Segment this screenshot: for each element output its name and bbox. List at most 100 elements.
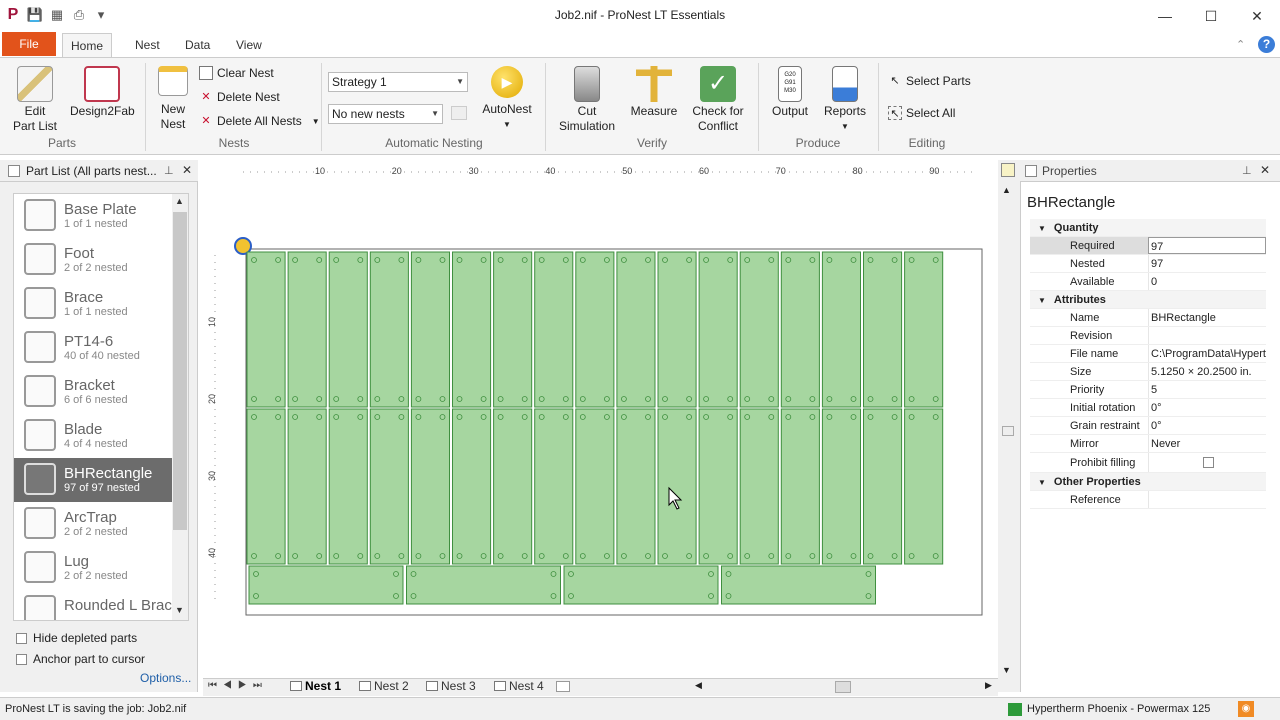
prop-value[interactable]: 97 xyxy=(1148,237,1266,254)
hscroll-thumb[interactable] xyxy=(835,681,851,693)
tab-data[interactable]: Data xyxy=(177,36,218,54)
prop-value[interactable]: Never xyxy=(1148,435,1266,452)
part-list-item[interactable]: BHRectangle 97 of 97 nested xyxy=(14,458,188,502)
collapse-icon[interactable]: ▼ xyxy=(1038,296,1046,305)
tab-home[interactable]: Home xyxy=(62,33,113,58)
scroll-up-icon[interactable]: ▲ xyxy=(175,196,184,206)
pin-icon[interactable]: ⊥ xyxy=(1242,164,1252,177)
collapse-icon[interactable]: ▼ xyxy=(1038,224,1046,233)
part-list-item[interactable]: Rounded L Brac xyxy=(14,590,188,620)
part-list-scrollbar-thumb[interactable] xyxy=(173,212,187,530)
prop-value[interactable]: C:\ProgramData\Hypert xyxy=(1148,345,1266,362)
prop-reference[interactable]: Reference xyxy=(1030,491,1266,509)
hide-depleted-checkbox[interactable]: Hide depleted parts xyxy=(16,631,137,645)
select-all-button[interactable]: ↖ Select All xyxy=(888,106,955,120)
prop-value[interactable]: 0° xyxy=(1148,417,1266,434)
scroll-down-icon[interactable]: ▼ xyxy=(175,605,184,615)
scroll-left-icon[interactable]: ◀ xyxy=(695,680,702,691)
prop-value[interactable]: 0 xyxy=(1148,273,1266,290)
nest-drawing[interactable]: 10 20 30 40 50 60 70 80 90 10 20 30 40 xyxy=(203,160,998,678)
collapse-icon[interactable]: ▼ xyxy=(1038,478,1046,487)
nest-options-icon[interactable] xyxy=(451,106,467,120)
category-quantity[interactable]: ▼ Quantity xyxy=(1030,219,1266,237)
part-thumbnail-icon xyxy=(24,199,56,231)
help-icon[interactable]: ? xyxy=(1258,36,1275,53)
add-nest-icon[interactable] xyxy=(556,681,570,692)
prop-filename[interactable]: File name C:\ProgramData\Hypert xyxy=(1030,345,1266,363)
clear-nest-button[interactable]: Clear Nest xyxy=(199,66,274,80)
part-list-item[interactable]: Base Plate 1 of 1 nested xyxy=(14,194,188,238)
part-list-item[interactable]: PT14-6 40 of 40 nested xyxy=(14,326,188,370)
scroll-down-icon[interactable]: ▼ xyxy=(1002,665,1011,675)
close-icon[interactable]: ✕ xyxy=(1260,163,1270,177)
tab-nest-4[interactable]: Nest 4 xyxy=(494,679,544,693)
prop-nested[interactable]: Nested 97 xyxy=(1030,255,1266,273)
prop-available[interactable]: Available 0 xyxy=(1030,273,1266,291)
scroll-up-icon[interactable]: ▲ xyxy=(1002,185,1011,195)
prop-value[interactable]: 97 xyxy=(1148,255,1266,272)
new-nests-select[interactable]: No new nests ▼ xyxy=(328,104,443,124)
prop-mirror[interactable]: Mirror Never xyxy=(1030,435,1266,453)
new-nest-button[interactable]: New Nest xyxy=(155,66,191,132)
delete-all-nests-button[interactable]: ✕ Delete All Nests ▼ xyxy=(199,114,319,128)
reports-button[interactable]: Reports ▼ xyxy=(820,66,870,134)
prop-value[interactable] xyxy=(1148,491,1266,508)
tab-view[interactable]: View xyxy=(228,36,270,54)
pin-icon[interactable]: ⊥ xyxy=(164,164,174,177)
part-list-item[interactable]: Brace 1 of 1 nested xyxy=(14,282,188,326)
tab-nest-1[interactable]: Nest 1 xyxy=(290,679,341,693)
tab-nest[interactable]: Nest xyxy=(127,36,168,54)
strategy-select[interactable]: Strategy 1 ▼ xyxy=(328,72,468,92)
prop-initial-rotation[interactable]: Initial rotation 0° xyxy=(1030,399,1266,417)
maximize-icon[interactable]: ☐ xyxy=(1188,0,1234,32)
prop-revision[interactable]: Revision xyxy=(1030,327,1266,345)
prop-required[interactable]: Required 97 xyxy=(1030,237,1266,255)
measure-button[interactable]: Measure xyxy=(628,66,680,119)
part-list-item[interactable]: Bracket 6 of 6 nested xyxy=(14,370,188,414)
prop-grain-restraint[interactable]: Grain restraint 0° xyxy=(1030,417,1266,435)
anchor-part-checkbox[interactable]: Anchor part to cursor xyxy=(16,652,145,666)
close-icon[interactable]: ✕ xyxy=(1234,0,1280,32)
scroll-right-icon[interactable]: ▶ xyxy=(985,680,992,691)
edit-part-list-icon xyxy=(17,66,53,102)
prop-value[interactable]: 0° xyxy=(1148,399,1266,416)
delete-nest-button[interactable]: ✕ Delete Nest xyxy=(199,90,279,104)
properties-toggle-icon[interactable] xyxy=(1001,163,1015,177)
part-shape xyxy=(739,408,779,565)
category-other-properties[interactable]: ▼ Other Properties xyxy=(1030,473,1266,491)
rss-icon[interactable]: ◉ xyxy=(1238,701,1254,717)
nest-nav-arrows[interactable]: ⏮◀▶⏭ xyxy=(208,680,268,691)
prop-value[interactable]: 5 xyxy=(1148,381,1266,398)
prop-value[interactable]: BHRectangle xyxy=(1148,309,1266,326)
prop-value[interactable] xyxy=(1148,453,1266,472)
prop-name[interactable]: Name BHRectangle xyxy=(1030,309,1266,327)
prop-prohibit-filling[interactable]: Prohibit filling xyxy=(1030,453,1266,473)
prop-priority[interactable]: Priority 5 xyxy=(1030,381,1266,399)
part-list-item[interactable]: ArcTrap 2 of 2 nested xyxy=(14,502,188,546)
tab-file[interactable]: File xyxy=(2,32,56,56)
tab-nest-2[interactable]: Nest 2 xyxy=(359,679,409,693)
edit-part-list-button[interactable]: Edit Part List xyxy=(10,66,60,134)
check-conflict-button[interactable]: ✓ Check for Conflict xyxy=(688,66,748,134)
minimize-icon[interactable]: — xyxy=(1142,0,1188,32)
ribbon-collapse-icon[interactable]: ⌃ xyxy=(1236,38,1245,51)
category-attributes[interactable]: ▼ Attributes xyxy=(1030,291,1266,309)
prop-value[interactable] xyxy=(1148,327,1266,344)
tab-nest-3[interactable]: Nest 3 xyxy=(426,679,476,693)
canvas-hscrollbar[interactable]: ◀ ▶ xyxy=(695,680,995,694)
part-list-item[interactable]: Lug 2 of 2 nested xyxy=(14,546,188,590)
prop-value[interactable]: 5.1250 × 20.2500 in. xyxy=(1148,363,1266,380)
cut-simulation-button[interactable]: Cut Simulation xyxy=(556,66,618,134)
design2fab-button[interactable]: Design2Fab xyxy=(70,66,135,119)
vscroll-thumb[interactable] xyxy=(1002,426,1014,436)
output-button[interactable]: G20 G91 M30 Output xyxy=(766,66,814,119)
autonest-button[interactable]: ▶ AutoNest ▼ xyxy=(480,66,534,132)
part-list-item[interactable]: Foot 2 of 2 nested xyxy=(14,238,188,282)
part-list-item[interactable]: Blade 4 of 4 nested xyxy=(14,414,188,458)
prop-size[interactable]: Size 5.1250 × 20.2500 in. xyxy=(1030,363,1266,381)
select-parts-button[interactable]: ↖ Select Parts xyxy=(888,74,970,88)
close-icon[interactable]: ✕ xyxy=(182,163,192,177)
prohibit-filling-checkbox[interactable] xyxy=(1203,457,1214,468)
machine-label[interactable]: Hypertherm Phoenix - Powermax 125 xyxy=(1027,698,1210,720)
options-link[interactable]: Options... xyxy=(140,671,191,685)
